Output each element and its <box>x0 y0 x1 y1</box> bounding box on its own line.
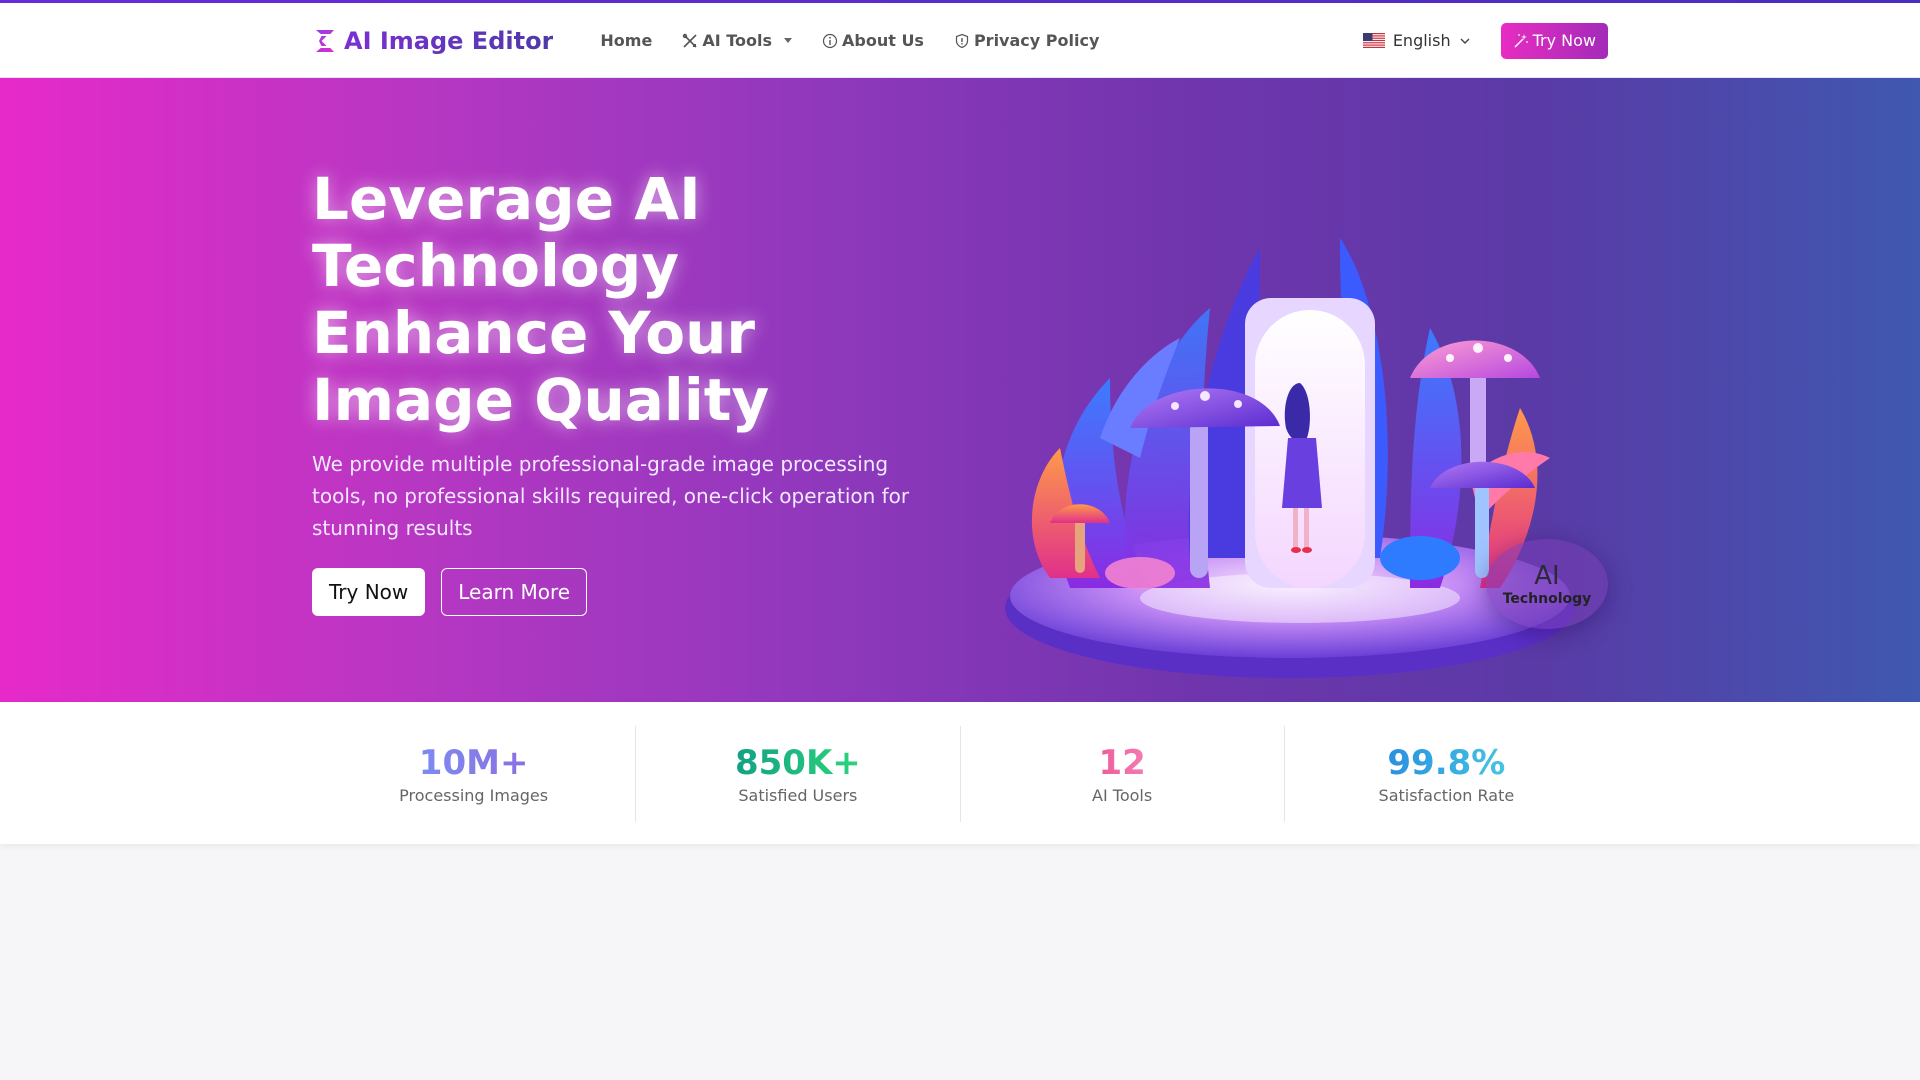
hero-title-line: Image Quality <box>312 366 770 434</box>
stats-row: 10M+ Processing Images 850K+ Satisfied U… <box>312 726 1608 822</box>
shield-icon <box>955 33 969 48</box>
try-now-nav-button[interactable]: Try Now <box>1500 22 1608 59</box>
hero-title-line: Enhance Your <box>312 299 755 367</box>
brand-name: AI Image Editor <box>344 26 554 55</box>
nav-ai-tools-dropdown[interactable]: AI Tools <box>667 21 807 61</box>
stat-ai-tools: 12 AI Tools <box>961 726 1285 822</box>
chevron-down-icon <box>1460 38 1470 44</box>
ai-badge-title: AI <box>1534 561 1560 591</box>
chevron-down-icon <box>784 38 792 43</box>
nav-privacy-label: Privacy Policy <box>973 31 1100 50</box>
nav-home-label: Home <box>600 31 653 50</box>
stat-value: 99.8% <box>1387 743 1506 783</box>
brand-s-logo-icon <box>316 29 334 52</box>
ai-badge-subtitle: Technology <box>1502 591 1592 607</box>
stat-value: 850K+ <box>734 743 861 783</box>
hero-title-line: Technology <box>312 232 680 300</box>
nav-ai-tools-label: AI Tools <box>702 31 772 50</box>
nav-home[interactable]: Home <box>585 21 667 61</box>
stat-label: Processing Images <box>399 786 549 805</box>
stat-label: AI Tools <box>1092 786 1153 805</box>
stat-label: Satisfied Users <box>738 786 858 805</box>
info-icon <box>822 33 838 48</box>
stat-label: Satisfaction Rate <box>1378 786 1515 805</box>
brand-link[interactable]: AI Image Editor <box>312 27 553 55</box>
language-selector[interactable]: English <box>1362 31 1471 50</box>
stat-value: 10M+ <box>418 743 529 783</box>
stat-value: 12 <box>1098 743 1146 783</box>
tools-icon <box>683 33 697 48</box>
try-now-nav-label: Try Now <box>1532 31 1596 50</box>
stat-satisfaction-rate: 99.8% Satisfaction Rate <box>1285 726 1608 822</box>
try-now-button[interactable]: Try Now <box>312 568 426 616</box>
nav-right: English Try Now <box>1362 22 1608 59</box>
learn-more-button[interactable]: Learn More <box>441 568 588 616</box>
hero-section: Leverage AI Technology Enhance Your Imag… <box>0 78 1920 702</box>
hero-subtitle: We provide multiple professional-grade i… <box>312 452 910 540</box>
stat-processing-images: 10M+ Processing Images <box>312 726 637 822</box>
stats-section: 10M+ Processing Images 850K+ Satisfied U… <box>0 702 1920 844</box>
nav-about[interactable]: About Us <box>807 21 939 61</box>
navbar-inner: AI Image Editor Home AI Tools About Us P… <box>312 3 1608 78</box>
stat-satisfied-users: 850K+ Satisfied Users <box>636 726 961 822</box>
nav-about-label: About Us <box>842 31 924 50</box>
nav-links: Home AI Tools About Us Privacy Policy <box>585 21 1114 61</box>
nav-privacy[interactable]: Privacy Policy <box>939 21 1114 61</box>
navbar: AI Image Editor Home AI Tools About Us P… <box>0 3 1920 78</box>
us-flag-icon <box>1362 33 1385 48</box>
magic-wand-icon <box>1514 33 1528 48</box>
hero-buttons: Try Now Learn More <box>312 568 588 616</box>
language-label: English <box>1392 31 1451 50</box>
hero-title-line: Leverage AI <box>312 165 701 233</box>
ai-technology-badge: AI Technology <box>1486 539 1608 629</box>
hero-title: Leverage AI Technology Enhance Your Imag… <box>312 166 932 434</box>
